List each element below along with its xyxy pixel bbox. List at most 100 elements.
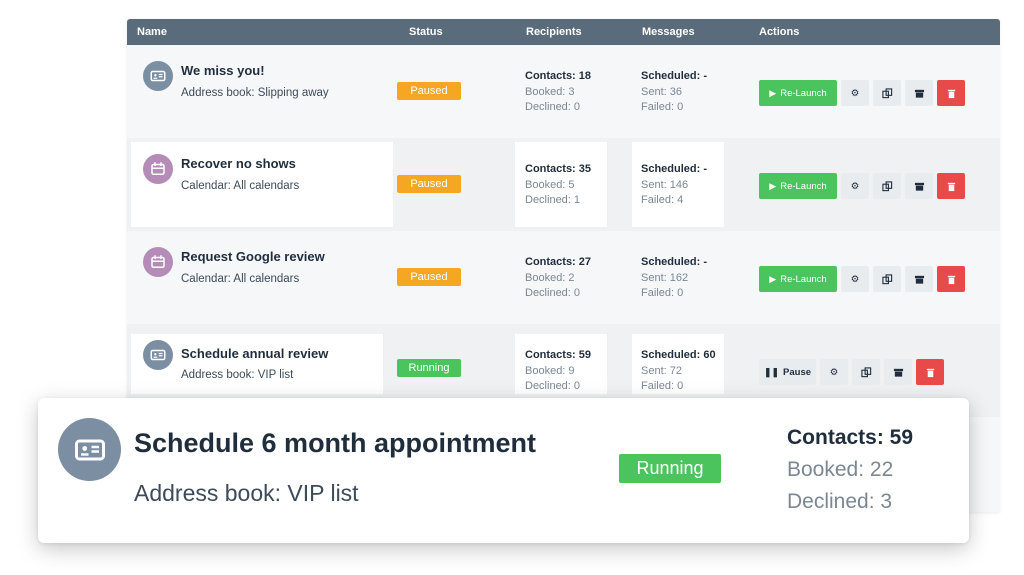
recipients-stats: Contacts: 27 Booked: 2 Declined: 0 [525, 255, 591, 302]
address-card-icon [58, 418, 121, 481]
relaunch-button[interactable]: ▶ Re-Launch [759, 173, 837, 199]
recipients-stats: Contacts: 18 Booked: 3 Declined: 0 [525, 69, 591, 116]
header-name: Name [137, 26, 167, 38]
sent-count: Sent: 36 [641, 85, 682, 98]
address-card-icon [143, 340, 173, 370]
copy-icon [860, 366, 871, 377]
scheduled-count: Scheduled: - [641, 163, 708, 175]
booked-count: Booked: 9 [525, 364, 575, 377]
gear-icon: ⚙ [850, 273, 860, 285]
pause-label: Pause [783, 366, 812, 378]
campaign-source: Address book: VIP list [181, 369, 294, 381]
duplicate-button[interactable] [873, 80, 901, 106]
messages-stats: Scheduled: 60 Sent: 72 Failed: 0 [641, 348, 716, 395]
recipients-stats: Contacts: 59 Booked: 22 Declined: 3 [787, 422, 913, 518]
booked-count: Booked: 22 [787, 458, 894, 481]
booked-count: Booked: 5 [525, 178, 575, 191]
contacts-count: Contacts: 59 [787, 426, 914, 449]
archive-icon [914, 182, 924, 191]
delete-button[interactable] [916, 359, 944, 385]
trash-icon [947, 275, 955, 284]
campaign-source: Calendar: All calendars [181, 180, 300, 192]
contacts-count: Contacts: 35 [525, 163, 592, 175]
archive-button[interactable] [905, 173, 933, 199]
messages-stats: Scheduled: - Sent: 36 Failed: 0 [641, 69, 707, 116]
duplicate-button[interactable] [873, 266, 901, 292]
copy-icon [881, 87, 892, 98]
trash-icon [947, 89, 955, 98]
copy-icon [881, 180, 892, 191]
campaign-source: Address book: Slipping away [181, 87, 329, 99]
table-row: Request Google review Calendar: All cale… [127, 231, 1000, 324]
table-row: Recover no shows Calendar: All calendars… [127, 138, 1000, 231]
header-status: Status [409, 26, 443, 38]
relaunch-label: Re-Launch [780, 87, 827, 99]
header-messages: Messages [642, 26, 695, 38]
gear-icon: ⚙ [850, 180, 860, 192]
play-icon: ▶ [769, 273, 777, 284]
status-badge: Paused [397, 268, 461, 286]
status-badge: Paused [397, 82, 461, 100]
messages-stats: Scheduled: - Sent: 162 Failed: 0 [641, 255, 707, 302]
declined-count: Declined: 1 [525, 194, 581, 206]
settings-button[interactable]: ⚙ [841, 173, 869, 199]
scheduled-count: Scheduled: - [641, 256, 708, 268]
declined-count: Declined: 0 [525, 101, 581, 113]
play-icon: ▶ [769, 180, 777, 191]
declined-count: Declined: 0 [525, 380, 581, 392]
play-icon: ▶ [769, 87, 777, 98]
messages-stats: Scheduled: - Sent: 146 Failed: 4 [641, 162, 707, 209]
settings-button[interactable]: ⚙ [841, 80, 869, 106]
gear-icon: ⚙ [850, 87, 860, 99]
declined-count: Declined: 0 [525, 287, 581, 299]
declined-count: Declined: 3 [787, 490, 893, 513]
copy-icon [881, 273, 892, 284]
delete-button[interactable] [937, 80, 965, 106]
table-row: We miss you! Address book: Slipping away… [127, 45, 1000, 138]
campaign-title[interactable]: We miss you! [181, 63, 265, 78]
archive-icon [914, 275, 924, 284]
pause-button[interactable]: ❚❚ Pause [759, 359, 816, 385]
failed-count: Failed: 0 [641, 287, 684, 299]
calendar-icon [143, 247, 173, 277]
scheduled-count: Scheduled: - [641, 70, 708, 82]
archive-button[interactable] [905, 80, 933, 106]
archive-button[interactable] [905, 266, 933, 292]
archive-button[interactable] [884, 359, 912, 385]
scheduled-count: Scheduled: 60 [641, 349, 716, 361]
calendar-icon [143, 154, 173, 184]
campaign-source: Address book: VIP list [134, 480, 359, 506]
trash-icon [947, 182, 955, 191]
status-badge: Running [619, 454, 721, 483]
contacts-count: Contacts: 59 [525, 349, 592, 361]
highlighted-campaign-card[interactable]: Schedule 6 month appointment Address boo… [38, 398, 969, 543]
campaign-title[interactable]: Recover no shows [181, 156, 296, 171]
failed-count: Failed: 0 [641, 101, 684, 113]
campaign-title[interactable]: Schedule 6 month appointment [134, 428, 536, 459]
header-recipients: Recipients [526, 26, 582, 38]
gear-icon: ⚙ [829, 366, 839, 378]
delete-button[interactable] [937, 173, 965, 199]
booked-count: Booked: 3 [525, 85, 575, 98]
contacts-count: Contacts: 27 [525, 256, 592, 268]
settings-button[interactable]: ⚙ [841, 266, 869, 292]
relaunch-label: Re-Launch [780, 273, 827, 285]
trash-icon [926, 368, 934, 377]
settings-button[interactable]: ⚙ [820, 359, 848, 385]
address-card-icon [143, 61, 173, 91]
duplicate-button[interactable] [873, 173, 901, 199]
sent-count: Sent: 162 [641, 271, 689, 284]
archive-icon [914, 89, 924, 98]
relaunch-button[interactable]: ▶ Re-Launch [759, 266, 837, 292]
contacts-count: Contacts: 18 [525, 70, 592, 82]
header-actions: Actions [759, 26, 800, 38]
failed-count: Failed: 4 [641, 194, 684, 206]
relaunch-button[interactable]: ▶ Re-Launch [759, 80, 837, 106]
status-badge: Paused [397, 175, 461, 193]
duplicate-button[interactable] [852, 359, 880, 385]
campaign-title[interactable]: Request Google review [181, 249, 325, 264]
status-badge: Running [397, 359, 461, 377]
campaign-title[interactable]: Schedule annual review [181, 346, 328, 361]
delete-button[interactable] [937, 266, 965, 292]
recipients-stats: Contacts: 59 Booked: 9 Declined: 0 [525, 348, 591, 395]
